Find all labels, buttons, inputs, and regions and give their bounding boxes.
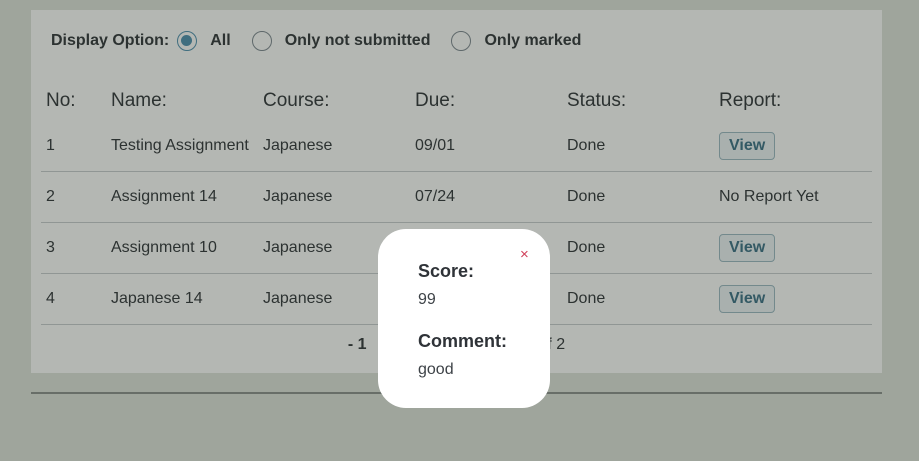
close-icon[interactable]: × bbox=[520, 247, 529, 262]
comment-value: good bbox=[418, 361, 454, 378]
comment-label: Comment: bbox=[418, 331, 507, 351]
score-popup: × Score: 99 Comment: good bbox=[378, 229, 550, 408]
score-label: Score: bbox=[418, 261, 475, 281]
score-value: 99 bbox=[418, 291, 436, 308]
